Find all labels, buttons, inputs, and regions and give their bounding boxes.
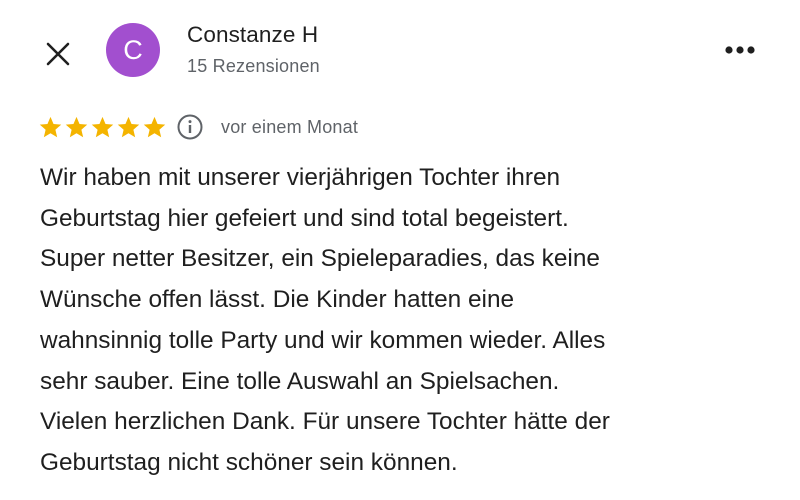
close-icon bbox=[46, 42, 70, 66]
star-rating bbox=[38, 115, 167, 140]
star-icon bbox=[117, 116, 140, 137]
info-icon-graphic bbox=[177, 114, 203, 140]
avatar-initial: C bbox=[123, 34, 143, 65]
review-date: vor einem Monat bbox=[221, 116, 359, 137]
more-options-button[interactable] bbox=[718, 34, 762, 66]
author-review-count: 15 Rezensionen bbox=[187, 56, 320, 76]
star-icon bbox=[91, 116, 114, 137]
review-text: Wir haben mit unserer vierjährigen Tocht… bbox=[40, 164, 610, 476]
review-card: C Constanze H 15 Rezensionen vor einem M… bbox=[0, 0, 800, 500]
more-options-icon bbox=[725, 46, 755, 54]
star-icon bbox=[65, 116, 88, 137]
author-name[interactable]: Constanze H bbox=[187, 22, 318, 48]
close-button[interactable] bbox=[38, 34, 78, 74]
rating-row: vor einem Monat bbox=[38, 113, 358, 141]
star-icon bbox=[143, 116, 166, 137]
info-icon[interactable] bbox=[176, 113, 204, 141]
star-icon bbox=[39, 116, 62, 137]
avatar[interactable]: C bbox=[106, 23, 160, 77]
